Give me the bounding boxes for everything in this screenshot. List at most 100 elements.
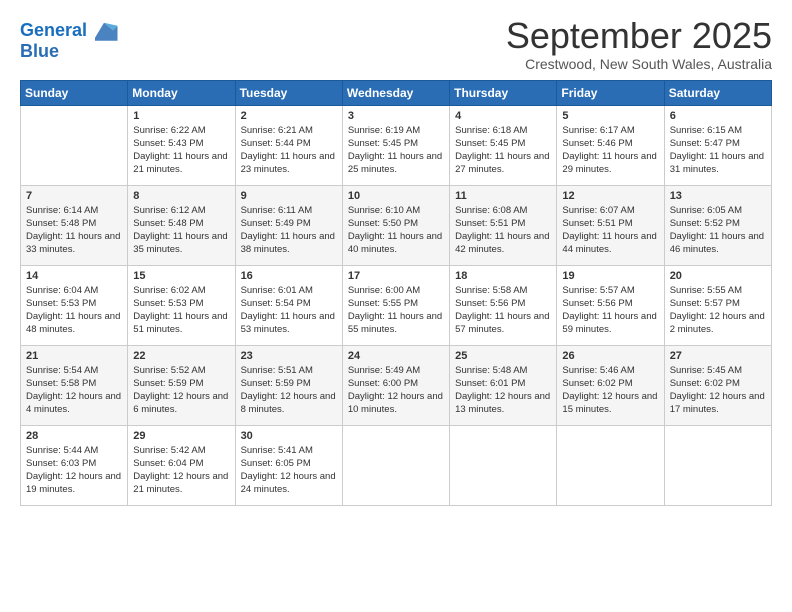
sunrise-text: Sunrise: 6:18 AM [455,125,527,136]
sunset-text: Sunset: 6:00 PM [348,378,418,389]
weekday-header-sunday: Sunday [21,80,128,105]
sunset-text: Sunset: 5:48 PM [133,218,203,229]
sunrise-text: Sunrise: 6:15 AM [670,125,742,136]
sunrise-text: Sunrise: 6:04 AM [26,285,98,296]
daylight-text: Daylight: 11 hours and 51 minutes. [133,311,227,335]
logo: General Blue [20,16,119,62]
day-info: Sunrise: 5:46 AM Sunset: 6:02 PM Dayligh… [562,364,658,417]
day-info: Sunrise: 6:05 AM Sunset: 5:52 PM Dayligh… [670,204,766,257]
daylight-text: Daylight: 11 hours and 44 minutes. [562,231,656,255]
day-number: 8 [133,190,229,202]
calendar-week-row: 7 Sunrise: 6:14 AM Sunset: 5:48 PM Dayli… [21,185,772,265]
calendar-cell: 1 Sunrise: 6:22 AM Sunset: 5:43 PM Dayli… [128,105,235,185]
day-number: 30 [241,430,337,442]
day-number: 20 [670,270,766,282]
daylight-text: Daylight: 11 hours and 55 minutes. [348,311,442,335]
daylight-text: Daylight: 11 hours and 25 minutes. [348,151,442,175]
day-number: 11 [455,190,551,202]
calendar-week-row: 1 Sunrise: 6:22 AM Sunset: 5:43 PM Dayli… [21,105,772,185]
day-number: 12 [562,190,658,202]
calendar-cell: 27 Sunrise: 5:45 AM Sunset: 6:02 PM Dayl… [664,345,771,425]
sunrise-text: Sunrise: 5:54 AM [26,365,98,376]
sunset-text: Sunset: 5:53 PM [133,298,203,309]
sunrise-text: Sunrise: 6:14 AM [26,205,98,216]
calendar-cell: 26 Sunrise: 5:46 AM Sunset: 6:02 PM Dayl… [557,345,664,425]
sunset-text: Sunset: 5:50 PM [348,218,418,229]
calendar-cell: 5 Sunrise: 6:17 AM Sunset: 5:46 PM Dayli… [557,105,664,185]
day-info: Sunrise: 6:21 AM Sunset: 5:44 PM Dayligh… [241,124,337,177]
daylight-text: Daylight: 11 hours and 38 minutes. [241,231,335,255]
sunset-text: Sunset: 5:45 PM [348,138,418,149]
calendar-cell: 16 Sunrise: 6:01 AM Sunset: 5:54 PM Dayl… [235,265,342,345]
sunset-text: Sunset: 5:53 PM [26,298,96,309]
sunset-text: Sunset: 5:51 PM [562,218,632,229]
sunset-text: Sunset: 6:02 PM [670,378,740,389]
day-number: 13 [670,190,766,202]
daylight-text: Daylight: 11 hours and 29 minutes. [562,151,656,175]
calendar-cell: 7 Sunrise: 6:14 AM Sunset: 5:48 PM Dayli… [21,185,128,265]
daylight-text: Daylight: 12 hours and 10 minutes. [348,391,443,415]
calendar-cell: 30 Sunrise: 5:41 AM Sunset: 6:05 PM Dayl… [235,425,342,505]
sunrise-text: Sunrise: 6:21 AM [241,125,313,136]
day-info: Sunrise: 6:14 AM Sunset: 5:48 PM Dayligh… [26,204,122,257]
day-info: Sunrise: 6:00 AM Sunset: 5:55 PM Dayligh… [348,284,444,337]
sunset-text: Sunset: 5:45 PM [455,138,525,149]
sunset-text: Sunset: 5:56 PM [455,298,525,309]
sunrise-text: Sunrise: 6:10 AM [348,205,420,216]
day-info: Sunrise: 6:04 AM Sunset: 5:53 PM Dayligh… [26,284,122,337]
daylight-text: Daylight: 11 hours and 23 minutes. [241,151,335,175]
day-info: Sunrise: 5:41 AM Sunset: 6:05 PM Dayligh… [241,444,337,497]
sunrise-text: Sunrise: 6:12 AM [133,205,205,216]
calendar-cell [557,425,664,505]
logo-text: General [20,21,87,41]
day-info: Sunrise: 5:54 AM Sunset: 5:58 PM Dayligh… [26,364,122,417]
calendar-cell [450,425,557,505]
sunrise-text: Sunrise: 5:52 AM [133,365,205,376]
day-number: 25 [455,350,551,362]
weekday-header-saturday: Saturday [664,80,771,105]
sunrise-text: Sunrise: 6:08 AM [455,205,527,216]
daylight-text: Daylight: 11 hours and 48 minutes. [26,311,120,335]
sunset-text: Sunset: 5:52 PM [670,218,740,229]
day-info: Sunrise: 5:55 AM Sunset: 5:57 PM Dayligh… [670,284,766,337]
sunset-text: Sunset: 5:43 PM [133,138,203,149]
sunset-text: Sunset: 6:04 PM [133,458,203,469]
calendar-cell: 3 Sunrise: 6:19 AM Sunset: 5:45 PM Dayli… [342,105,449,185]
weekday-header-tuesday: Tuesday [235,80,342,105]
day-number: 7 [26,190,122,202]
day-info: Sunrise: 6:18 AM Sunset: 5:45 PM Dayligh… [455,124,551,177]
calendar-cell [342,425,449,505]
day-number: 6 [670,110,766,122]
sunrise-text: Sunrise: 5:58 AM [455,285,527,296]
day-number: 14 [26,270,122,282]
day-info: Sunrise: 5:45 AM Sunset: 6:02 PM Dayligh… [670,364,766,417]
daylight-text: Daylight: 12 hours and 6 minutes. [133,391,228,415]
sunrise-text: Sunrise: 5:48 AM [455,365,527,376]
calendar-cell: 28 Sunrise: 5:44 AM Sunset: 6:03 PM Dayl… [21,425,128,505]
calendar-cell: 8 Sunrise: 6:12 AM Sunset: 5:48 PM Dayli… [128,185,235,265]
calendar-cell: 17 Sunrise: 6:00 AM Sunset: 5:55 PM Dayl… [342,265,449,345]
calendar-cell: 19 Sunrise: 5:57 AM Sunset: 5:56 PM Dayl… [557,265,664,345]
sunrise-text: Sunrise: 5:44 AM [26,445,98,456]
calendar-cell: 10 Sunrise: 6:10 AM Sunset: 5:50 PM Dayl… [342,185,449,265]
day-info: Sunrise: 5:42 AM Sunset: 6:04 PM Dayligh… [133,444,229,497]
calendar-cell: 12 Sunrise: 6:07 AM Sunset: 5:51 PM Dayl… [557,185,664,265]
sunset-text: Sunset: 5:59 PM [241,378,311,389]
day-info: Sunrise: 6:19 AM Sunset: 5:45 PM Dayligh… [348,124,444,177]
sunset-text: Sunset: 5:54 PM [241,298,311,309]
daylight-text: Daylight: 12 hours and 2 minutes. [670,311,765,335]
day-number: 18 [455,270,551,282]
sunrise-text: Sunrise: 5:51 AM [241,365,313,376]
day-number: 9 [241,190,337,202]
daylight-text: Daylight: 12 hours and 19 minutes. [26,471,121,495]
day-number: 3 [348,110,444,122]
calendar-table: SundayMondayTuesdayWednesdayThursdayFrid… [20,80,772,506]
daylight-text: Daylight: 12 hours and 4 minutes. [26,391,121,415]
sunset-text: Sunset: 5:55 PM [348,298,418,309]
weekday-header-thursday: Thursday [450,80,557,105]
sunset-text: Sunset: 6:02 PM [562,378,632,389]
day-info: Sunrise: 6:22 AM Sunset: 5:43 PM Dayligh… [133,124,229,177]
day-info: Sunrise: 5:51 AM Sunset: 5:59 PM Dayligh… [241,364,337,417]
daylight-text: Daylight: 11 hours and 40 minutes. [348,231,442,255]
day-number: 29 [133,430,229,442]
